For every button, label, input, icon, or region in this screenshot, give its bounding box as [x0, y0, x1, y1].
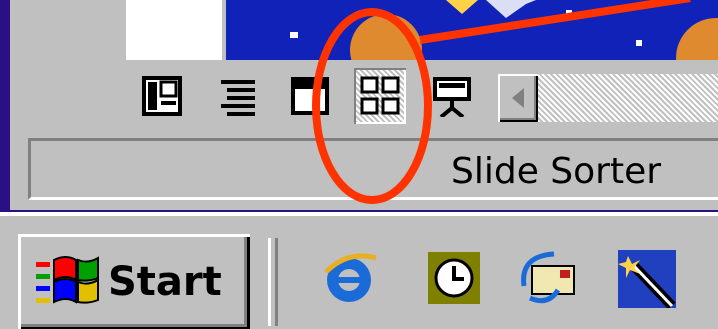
slide-view-icon — [291, 77, 329, 115]
start-button[interactable]: Start — [18, 234, 250, 329]
slide-edge — [126, 0, 222, 60]
outlook-express-button[interactable] — [518, 246, 580, 308]
slide-decoration — [290, 0, 718, 60]
outlook-express-icon — [521, 251, 575, 304]
taskbar: Start — [0, 212, 718, 329]
slide-artwork — [226, 0, 718, 60]
status-bar: Slide Sorter — [28, 138, 718, 200]
internet-explorer-button[interactable] — [318, 246, 380, 308]
outline-view-button[interactable] — [212, 68, 264, 124]
wand-button[interactable] — [614, 246, 676, 310]
quick-launch-grip[interactable] — [268, 238, 278, 326]
wand-icon — [618, 250, 676, 310]
horizontal-scrollbar-track[interactable] — [538, 74, 718, 122]
slide-show-icon — [433, 77, 471, 117]
desktop-background: Slide Sorter Start — [0, 0, 718, 329]
start-label: Start — [108, 259, 222, 305]
status-text: Slide Sorter — [451, 151, 662, 192]
left-arrow-icon — [512, 88, 524, 108]
normal-view-icon — [142, 76, 182, 116]
windows-logo-icon — [36, 256, 99, 304]
slide-preview-area — [10, 0, 718, 60]
normal-view-button[interactable] — [136, 68, 188, 124]
slide-show-button[interactable] — [426, 68, 478, 124]
scroll-left-button[interactable] — [498, 74, 538, 122]
clock-button[interactable] — [424, 246, 486, 308]
outline-view-icon — [221, 80, 255, 116]
slide-view-button[interactable] — [284, 68, 336, 124]
clock-icon — [428, 252, 480, 304]
slide-sorter-view-button[interactable] — [354, 68, 406, 124]
slide-sorter-view-icon — [360, 76, 400, 115]
powerpoint-window: Slide Sorter — [10, 0, 718, 210]
internet-explorer-icon — [324, 253, 377, 302]
view-toolbar — [10, 66, 718, 128]
